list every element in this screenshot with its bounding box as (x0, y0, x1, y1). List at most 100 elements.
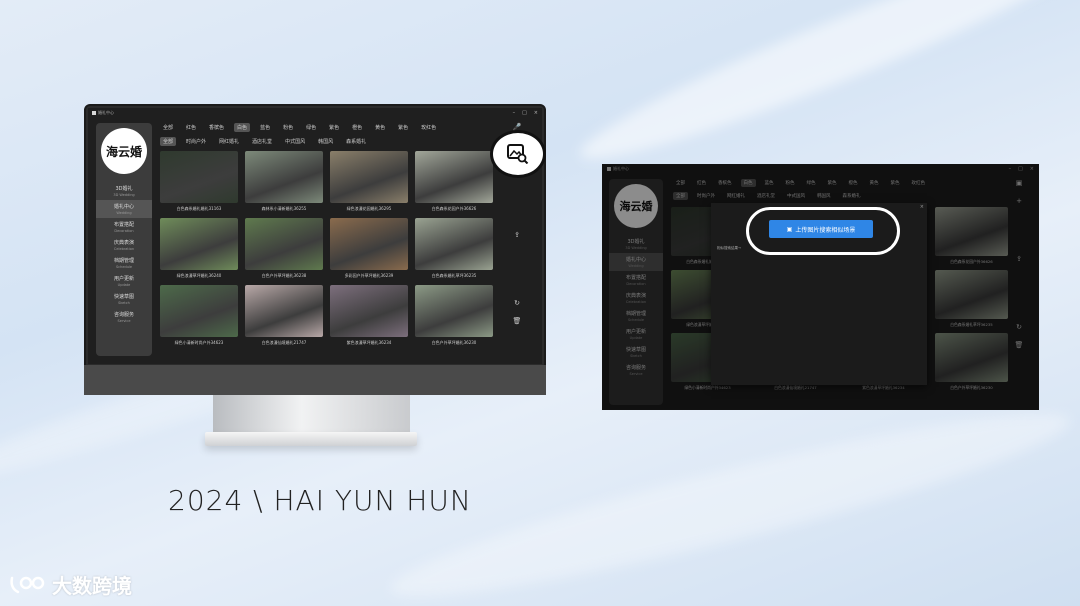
close-button[interactable]: × (534, 110, 538, 116)
sidebar-item[interactable]: 档期管理 Schedule (96, 254, 152, 272)
gallery-card[interactable]: 白色户外草坪婚礼36230 (415, 285, 493, 346)
sidebar-item-sublabel: Update (117, 283, 131, 287)
sidebar-item-label: 3D婚礼 (115, 186, 133, 192)
color-tab[interactable]: 橙色 (349, 123, 365, 132)
sidebar-item[interactable]: 快速草图 Sketch (96, 290, 152, 308)
monitor-stand (213, 395, 410, 433)
style-tab[interactable]: 时尚户外 (183, 137, 209, 146)
trash-icon[interactable]: 🗑 (513, 317, 522, 325)
card-thumbnail (160, 285, 238, 337)
style-tab[interactable]: 全部 (160, 137, 177, 146)
maximize-button[interactable]: □ (522, 110, 527, 116)
sidebar-item[interactable]: 3D婚礼 3D Wedding (96, 182, 152, 200)
gallery-card[interactable]: 白色森系婚礼婚礼31163 (160, 151, 238, 212)
card-thumbnail (330, 218, 408, 270)
sidebar-item[interactable]: 婚礼中心 Wedding (96, 200, 152, 218)
sidebar-item-sublabel: 3D Wedding (113, 193, 135, 197)
sidebar-item-sublabel: Service (117, 319, 131, 323)
card-caption: 绿色浪漫草坪婚礼36240 (176, 273, 222, 278)
card-thumbnail (415, 218, 493, 270)
color-tabs: 全部 红色 香槟色 白色 蓝色 粉色 绿色 紫色 橙色 黄色 紫色 玫红色 (160, 123, 439, 132)
style-tab[interactable]: 中式国风 (282, 137, 308, 146)
app-icon (92, 110, 96, 115)
color-tab[interactable]: 香槟色 (206, 123, 227, 132)
color-tab[interactable]: 白色 (234, 123, 251, 132)
sidebar-item-label: 咨询服务 (113, 312, 134, 318)
window-controls: – □ × (513, 110, 538, 116)
gallery-card[interactable]: 白色森系婚礼草坪36235 (415, 218, 493, 279)
color-tab[interactable]: 蓝色 (257, 123, 273, 132)
color-tab[interactable]: 紫色 (395, 123, 411, 132)
gallery-card[interactable]: 紫色浪漫草坪婚礼36234 (330, 285, 408, 346)
card-thumbnail (160, 151, 238, 203)
color-tab[interactable]: 玫红色 (418, 123, 439, 132)
color-tab[interactable]: 绿色 (303, 123, 319, 132)
card-thumbnail (415, 151, 493, 203)
color-tab[interactable]: 紫色 (326, 123, 342, 132)
gallery-card[interactable]: 森林系小清新婚礼36255 (245, 151, 323, 212)
style-tab[interactable]: 森系婚礼 (343, 137, 369, 146)
minimize-button[interactable]: – (513, 110, 516, 116)
image-search-callout[interactable] (490, 130, 546, 178)
color-tab[interactable]: 红色 (183, 123, 199, 132)
card-thumbnail (160, 218, 238, 270)
color-tab[interactable]: 粉色 (280, 123, 296, 132)
export-icon[interactable]: ⇪ (514, 231, 520, 239)
style-tabs: 全部 时尚户外 网红婚礼 酒店礼堂 中式国风 韩国风 森系婚礼 (160, 137, 369, 146)
sidebar-item-label: 档期管理 (113, 258, 134, 264)
image-search-icon (507, 144, 529, 164)
slide-caption: 2024 \ HAI YUN HUN (168, 484, 472, 517)
card-caption: 白色浪漫仙境婚礼21747 (261, 340, 307, 345)
bg-streak (569, 0, 1080, 183)
gallery-card[interactable]: 白色浪漫仙境婚礼21747 (245, 285, 323, 346)
card-thumbnail (330, 285, 408, 337)
card-thumbnail (330, 151, 408, 203)
style-tab[interactable]: 韩国风 (315, 137, 336, 146)
sidebar-item-sublabel: Celebration (113, 247, 135, 251)
refresh-icon[interactable]: ↻ (514, 299, 520, 307)
sidebar-item-sublabel: Wedding (116, 211, 132, 215)
modal-close-button[interactable]: × (920, 204, 924, 210)
card-caption: 紫色浪漫草坪婚礼36234 (346, 340, 392, 345)
sidebar-item-label: 庆典表演 (113, 240, 134, 246)
gallery-card[interactable]: 白色户外草坪婚礼36238 (245, 218, 323, 279)
upload-button-callout (746, 207, 900, 255)
monitor-chin (84, 365, 546, 395)
gallery-card[interactable]: 绿色浪漫花园婚礼36295 (330, 151, 408, 212)
sidebar-item-sublabel: Decoration (114, 229, 134, 233)
card-thumbnail (415, 285, 493, 337)
gallery-card[interactable]: 白色森系花园户外36626 (415, 151, 493, 212)
style-tab[interactable]: 网红婚礼 (216, 137, 242, 146)
sidebar-item-sublabel: Sketch (118, 301, 130, 305)
titlebar: 婚礼中心 – □ × (88, 108, 542, 117)
card-caption: 森林系小清新婚礼36255 (261, 206, 307, 211)
gallery-grid: 白色森系婚礼婚礼31163 森林系小清新婚礼36255 绿色浪漫花园婚礼36295 白… (160, 151, 493, 346)
sidebar-item[interactable]: 咨询服务 Service (96, 308, 152, 326)
sidebar-item[interactable]: 庆典表演 Celebration (96, 236, 152, 254)
sidebar-item[interactable]: 布置搭配 Decoration (96, 218, 152, 236)
monitor-base (205, 432, 417, 446)
card-thumbnail (245, 151, 323, 203)
bg-streak (381, 386, 1079, 606)
sidebar: 海云婚 3D婚礼 3D Wedding 婚礼中心 Wedding 布置搭配 Decorat… (96, 123, 152, 356)
sidebar-item-label: 布置搭配 (113, 222, 134, 228)
sidebar-item-label: 用户更新 (113, 276, 134, 282)
card-caption: 白色森系婚礼草坪36235 (431, 273, 477, 278)
card-caption: 白色森系婚礼婚礼31163 (176, 206, 222, 211)
card-caption: 绿色小清新时尚户外34623 (174, 340, 224, 345)
card-caption: 多彩园户外草坪婚礼36239 (344, 273, 394, 278)
card-caption: 白色户外草坪婚礼36238 (261, 273, 307, 278)
color-tab[interactable]: 全部 (160, 123, 176, 132)
sidebar-item[interactable]: 用户更新 Update (96, 272, 152, 290)
app-window-search: 婚礼中心 – □ × 海云婚 3D婚礼 3D Wedding 婚礼中心 Wedding… (602, 164, 1039, 410)
sidebar-item-label: 快速草图 (113, 294, 134, 300)
color-tab[interactable]: 黄色 (372, 123, 388, 132)
card-caption: 绿色浪漫花园婚礼36295 (346, 206, 392, 211)
gallery-card[interactable]: 多彩园户外草坪婚礼36239 (330, 218, 408, 279)
app-window: 婚礼中心 – □ × 海云婚 3D婚礼 3D Wedding 婚礼中心 Wedding… (88, 108, 542, 364)
card-caption: 白色户外草坪婚礼36230 (431, 340, 477, 345)
gallery-card[interactable]: 绿色浪漫草坪婚礼36240 (160, 218, 238, 279)
gallery-card[interactable]: 绿色小清新时尚户外34623 (160, 285, 238, 346)
sidebar-nav: 3D婚礼 3D Wedding 婚礼中心 Wedding 布置搭配 Decoration 庆… (96, 182, 152, 326)
style-tab[interactable]: 酒店礼堂 (249, 137, 275, 146)
